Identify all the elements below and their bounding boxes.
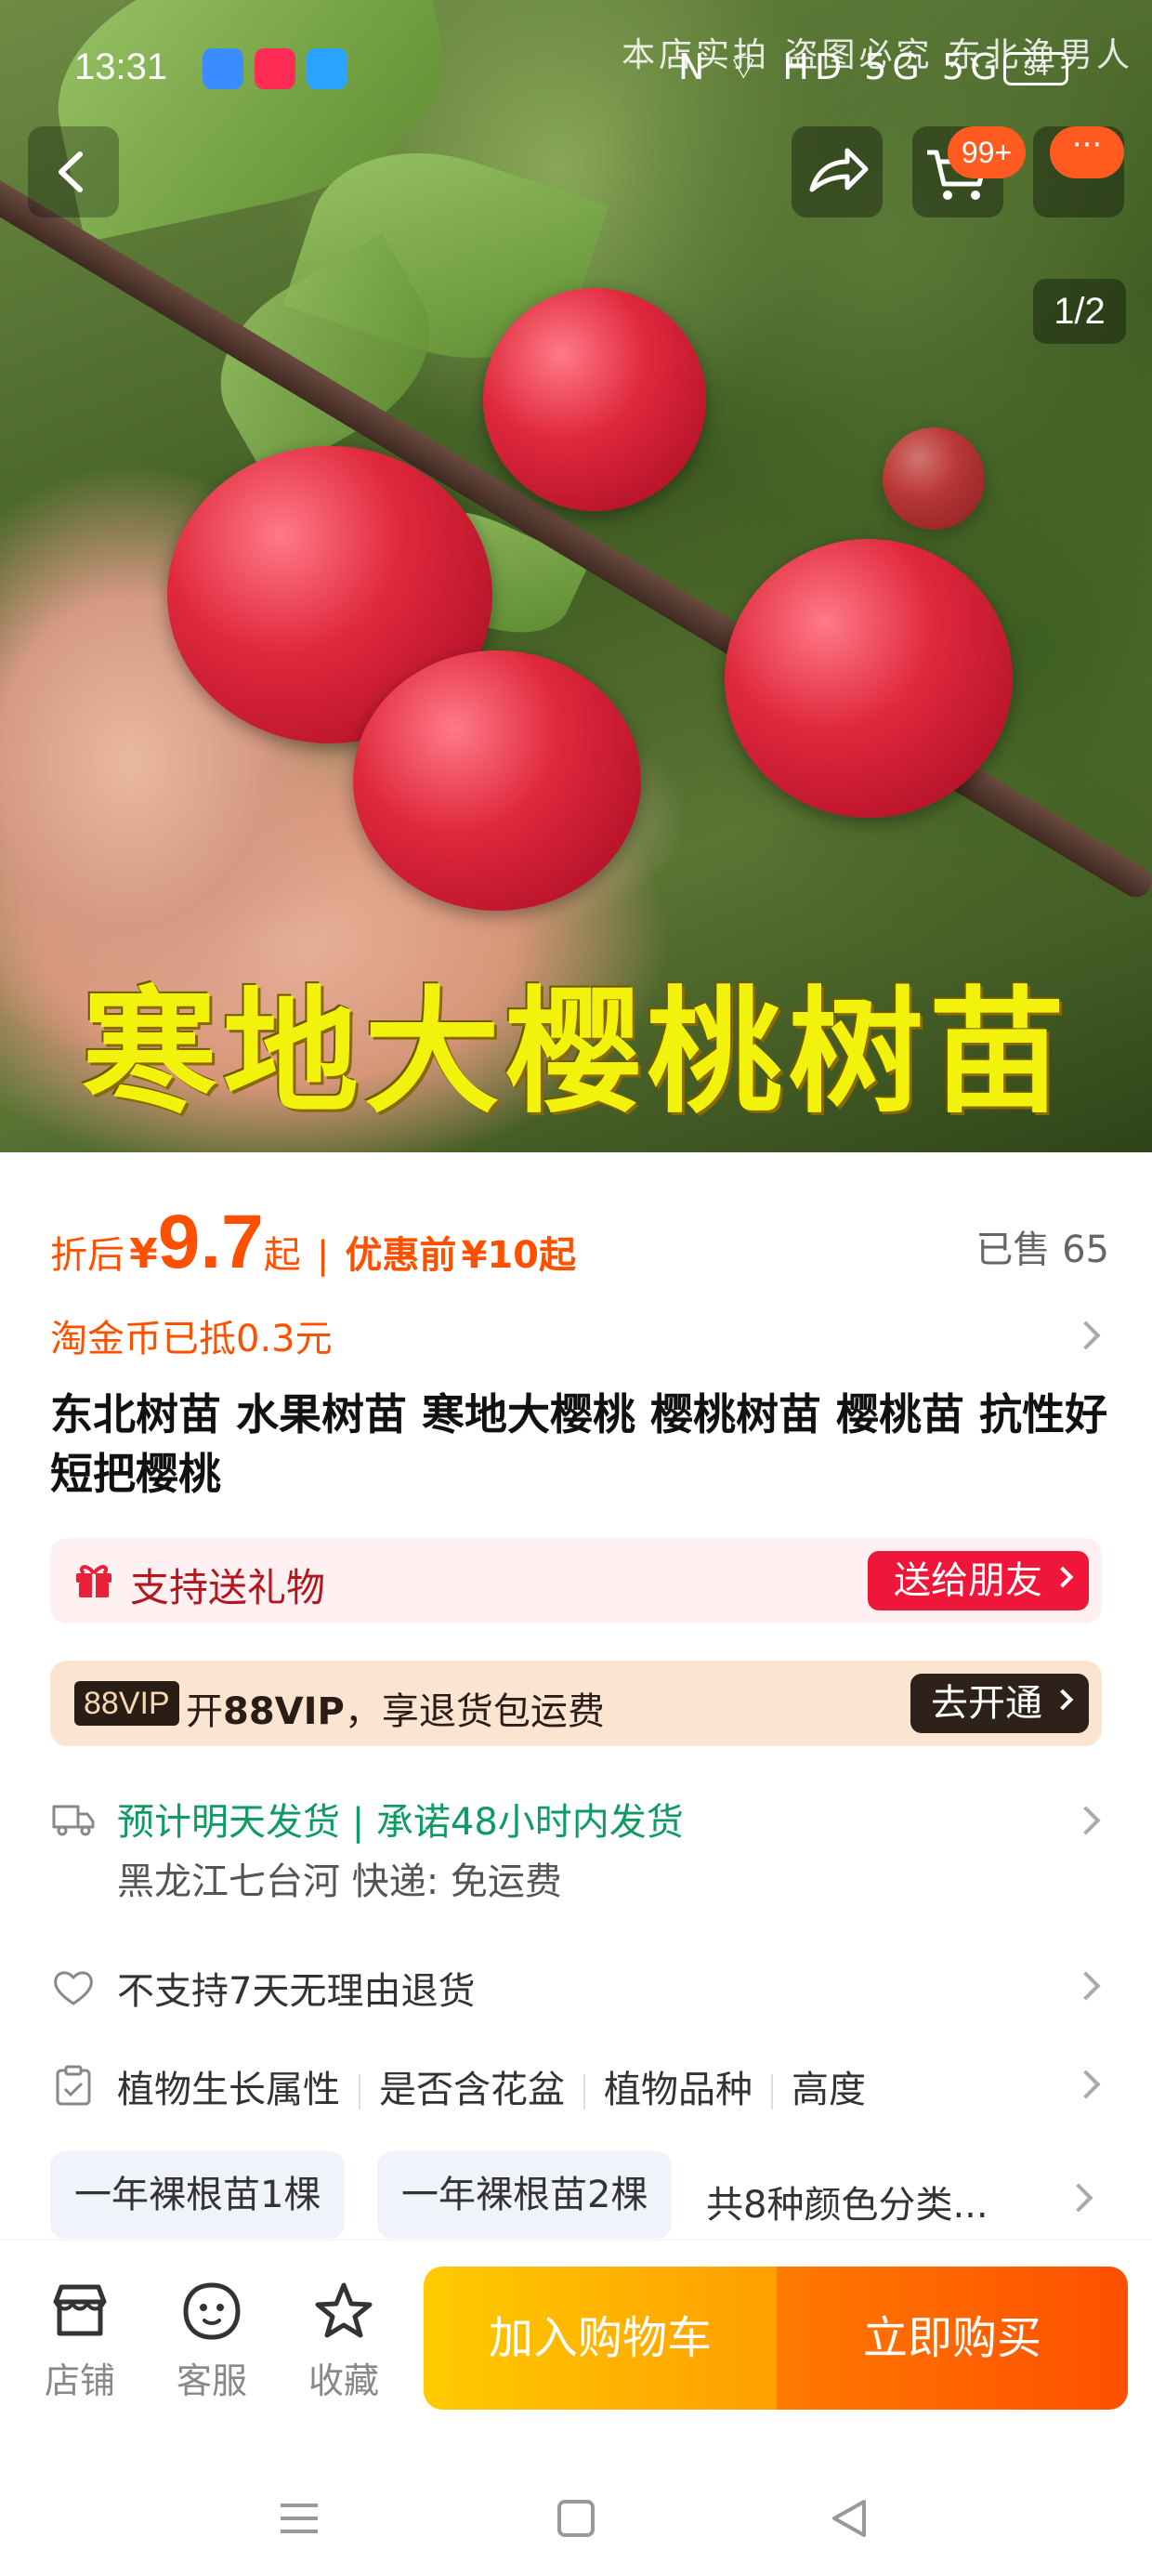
service-icon <box>183 2282 241 2340</box>
attribute-item: 植物品种 <box>604 2069 753 2111</box>
favorite-button[interactable]: 收藏 <box>297 2278 390 2403</box>
chevron-right-icon <box>1052 1566 1074 1588</box>
attribute-item: 植物生长属性 <box>117 2069 340 2111</box>
send-to-friend-button[interactable]: 送给朋友 <box>868 1551 1089 1610</box>
more-icon[interactable]: ··· <box>1050 126 1124 178</box>
image-pager: 1/2 <box>1033 279 1126 344</box>
chevron-right-icon <box>1071 1806 1101 1835</box>
attribute-list: 植物生长属性 是否含花盆 植物品种 高度 <box>117 2059 866 2113</box>
coin-discount-text: 淘金币已抵0.3元 <box>50 1318 333 1360</box>
chevron-right-icon <box>1071 2070 1101 2099</box>
share-icon <box>809 148 869 192</box>
back-nav-icon[interactable] <box>821 2491 877 2546</box>
gift-text: 支持送礼物 <box>130 1565 326 1610</box>
app-notification-icon <box>203 48 243 89</box>
attribute-item: 高度 <box>792 2069 866 2111</box>
star-icon <box>315 2282 373 2338</box>
price-before-value: ¥10起 <box>461 1234 576 1277</box>
price-value: 9.7 <box>157 1200 264 1284</box>
shipping-promise: 预计明天发货 | 承诺48小时内发货 <box>117 1801 684 1844</box>
product-title: 东北树苗 水果树苗 寒地大樱桃 樱桃树苗 樱桃苗 抗性好 短把樱桃 <box>50 1389 1108 1499</box>
sold-count: 已售 65 <box>975 1229 1109 1271</box>
truck-icon <box>52 1805 95 1836</box>
share-button[interactable] <box>792 126 883 217</box>
coin-discount-row[interactable]: 淘金币已抵0.3元 <box>50 1308 1109 1364</box>
buy-now-button[interactable]: 立即购买 <box>777 2267 1128 2410</box>
telegram-icon <box>307 48 347 89</box>
sku-option[interactable]: 一年裸根苗2棵 <box>377 2151 673 2239</box>
back-icon <box>59 151 83 192</box>
sku-more-link[interactable]: 共8种颜色分类... <box>706 2175 988 2228</box>
attributes-row[interactable]: 植物生长属性 是否含花盆 植物品种 高度 <box>50 2059 1109 2115</box>
open-vip-button[interactable]: 去开通 <box>910 1674 1089 1733</box>
cart-count-badge: 99+ <box>948 126 1026 178</box>
price-before-label: 优惠前 <box>345 1234 457 1277</box>
shop-icon <box>53 2284 107 2336</box>
attribute-item: 是否含花盆 <box>379 2069 565 2111</box>
vip-bar[interactable]: 88VIP 开88VIP，享退货包运费 去开通 <box>50 1661 1102 1746</box>
chevron-right-icon <box>1071 1971 1101 2001</box>
gift-icon <box>76 1565 111 1597</box>
shipping-origin: 黑龙江七台河 快递: 免运费 <box>117 1860 562 1903</box>
service-button[interactable]: 客服 <box>165 2278 258 2403</box>
hero-caption: 寒地大樱桃树苗 <box>82 973 1070 1132</box>
home-icon[interactable] <box>548 2491 604 2546</box>
vip-text: 开88VIP，享退货包运费 <box>186 1690 605 1733</box>
vip-tag: 88VIP <box>74 1681 179 1726</box>
back-button[interactable] <box>28 126 119 217</box>
chevron-right-icon <box>1071 1321 1101 1350</box>
clipboard-icon <box>56 2065 91 2106</box>
shipping-row[interactable]: 预计明天发货 | 承诺48小时内发货 黑龙江七台河 快递: 免运费 <box>50 1792 1109 1903</box>
menu-icon[interactable] <box>271 2491 327 2546</box>
price-row: 折后 ¥9.7起 | 优惠前 ¥10起 已售 65 <box>50 1199 1109 1292</box>
sku-option[interactable]: 一年裸根苗1棵 <box>50 2151 346 2239</box>
bottom-action-bar: 店铺 客服 收藏 加入购物车 立即购买 <box>0 2240 1152 2453</box>
shield-icon <box>54 1971 93 2005</box>
status-time: 13:31 <box>74 46 168 87</box>
gift-bar[interactable]: 支持送礼物 送给朋友 <box>50 1538 1102 1623</box>
chevron-right-icon <box>1064 2183 1093 2213</box>
signal-icons: N ⌔ HD 5G 5G <box>678 46 1003 87</box>
chevron-right-icon <box>1052 1689 1074 1711</box>
battery-icon: 34 <box>1003 52 1068 85</box>
system-nav-bar <box>0 2453 1152 2576</box>
price-after-discount: 折后 ¥9.7起 | 优惠前 ¥10起 <box>50 1200 576 1284</box>
video-app-icon <box>255 48 295 89</box>
shop-button[interactable]: 店铺 <box>33 2278 126 2403</box>
returns-text: 不支持7天无理由退货 <box>117 1970 476 2013</box>
returns-row[interactable]: 不支持7天无理由退货 <box>50 1961 1109 2017</box>
add-to-cart-button[interactable]: 加入购物车 <box>424 2267 777 2410</box>
status-bar: 13:31 N ⌔ HD 5G 5G 34 <box>0 0 1152 130</box>
